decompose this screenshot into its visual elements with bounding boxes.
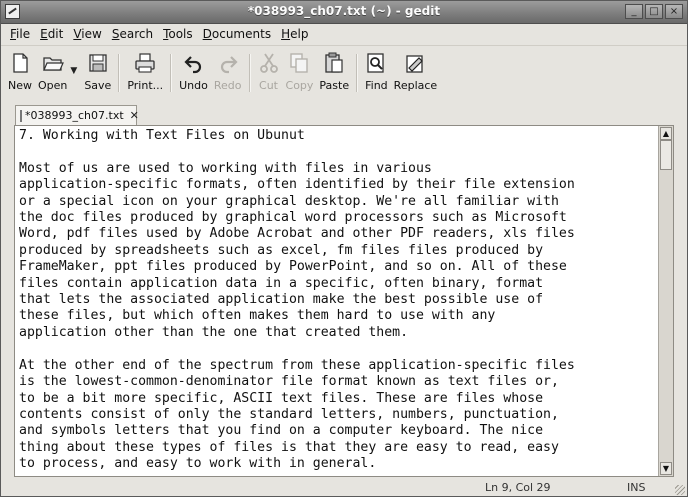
copy-label: Copy — [285, 79, 314, 92]
undo-button[interactable]: Undo — [176, 46, 211, 98]
open-recent-dropdown-icon[interactable]: ▼ — [70, 66, 77, 76]
menu-file[interactable]: File — [5, 24, 35, 44]
open-button[interactable]: Open — [35, 46, 70, 98]
vertical-scrollbar[interactable]: ▲ ▼ — [658, 126, 673, 476]
menu-documents[interactable]: Documents — [198, 24, 276, 44]
new-document-icon — [13, 53, 28, 73]
copy-button[interactable]: Copy — [283, 46, 317, 98]
editor-content[interactable]: 7. Working with Text Files on Ubunut Mos… — [19, 128, 655, 473]
copy-icon — [290, 53, 309, 73]
replace-label: Replace — [393, 79, 438, 92]
tab-label: *038993_ch07.txt — [25, 109, 124, 122]
scissors-icon — [259, 53, 278, 73]
paste-clipboard-icon — [325, 52, 343, 73]
toolbar-separator — [118, 54, 121, 92]
undo-label: Undo — [179, 79, 208, 92]
cut-label: Cut — [259, 79, 278, 92]
print-button[interactable]: Print... — [124, 46, 166, 98]
cursor-position: Ln 9, Col 29 — [485, 481, 551, 494]
tab-close-icon[interactable]: ✕ — [130, 109, 139, 122]
scroll-down-icon[interactable]: ▼ — [660, 462, 672, 475]
save-label: Save — [84, 79, 112, 92]
scrollbar-thumb[interactable] — [660, 140, 672, 170]
paste-button[interactable]: Paste — [316, 46, 352, 98]
save-disk-icon — [89, 54, 107, 72]
toolbar-separator — [170, 54, 173, 92]
menu-search[interactable]: Search — [107, 24, 158, 44]
cut-button[interactable]: Cut — [255, 46, 283, 98]
text-editor[interactable]: 7. Working with Text Files on Ubunut Mos… — [14, 125, 674, 477]
close-button[interactable]: × — [665, 4, 683, 19]
menu-tools[interactable]: Tools — [158, 24, 198, 44]
maximize-button[interactable]: □ — [645, 4, 663, 19]
title-bar[interactable]: *038993_ch07.txt (~) - gedit _ □ × — [1, 1, 687, 24]
paste-label: Paste — [319, 79, 350, 92]
save-button[interactable]: Save — [81, 46, 114, 98]
document-tab[interactable]: *038993_ch07.txt ✕ — [15, 105, 139, 125]
resize-grip-icon[interactable] — [675, 485, 685, 495]
minimize-button[interactable]: _ — [625, 4, 643, 19]
window-controls: _ □ × — [625, 4, 683, 19]
printer-icon — [135, 53, 155, 73]
replace-icon — [406, 55, 424, 73]
toolbar-separator — [248, 54, 251, 92]
scroll-up-icon[interactable]: ▲ — [660, 127, 672, 140]
find-magnifier-icon — [367, 53, 385, 73]
print-label: Print... — [127, 79, 164, 92]
menu-help[interactable]: Help — [276, 24, 313, 44]
insert-mode-indicator: INS — [627, 481, 646, 494]
redo-button[interactable]: Redo — [211, 46, 245, 98]
new-button[interactable]: New — [5, 46, 35, 98]
redo-label: Redo — [213, 79, 242, 92]
undo-arrow-icon — [183, 56, 201, 74]
find-button[interactable]: Find — [362, 46, 391, 98]
find-label: Find — [365, 79, 388, 92]
document-tab-strip: *038993_ch07.txt ✕ — [1, 103, 687, 125]
menu-edit[interactable]: Edit — [35, 24, 68, 44]
text-document-icon — [20, 109, 22, 122]
redo-arrow-icon — [220, 56, 238, 74]
open-label: Open — [38, 79, 68, 92]
new-label: New — [8, 79, 32, 92]
status-bar: Ln 9, Col 29 INS — [1, 479, 687, 496]
toolbar-separator — [356, 54, 359, 92]
gedit-window: *038993_ch07.txt (~) - gedit _ □ × File … — [0, 0, 688, 497]
menu-view[interactable]: View — [68, 24, 106, 44]
toolbar: New Open ▼ Save Print... Undo Redo Cut C… — [1, 45, 687, 99]
replace-button[interactable]: Replace — [391, 46, 441, 98]
menu-bar: File Edit View Search Tools Documents He… — [1, 24, 687, 44]
open-folder-icon — [42, 57, 64, 71]
window-title: *038993_ch07.txt (~) - gedit — [247, 4, 441, 18]
